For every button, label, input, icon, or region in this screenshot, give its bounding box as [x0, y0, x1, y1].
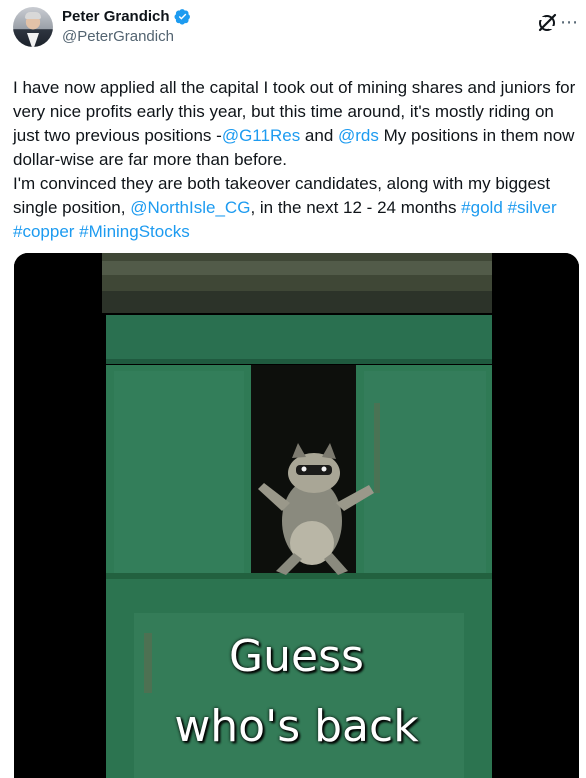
avatar[interactable]: [13, 7, 53, 47]
hashtag-link[interactable]: #MiningStocks: [79, 222, 190, 241]
hashtag-link[interactable]: #gold: [461, 198, 503, 217]
avatar-shirt: [27, 33, 39, 47]
display-name[interactable]: Peter Grandich: [62, 8, 170, 25]
handle[interactable]: @PeterGrandich: [62, 28, 174, 45]
tweet-text-part: and: [300, 126, 338, 145]
mention-link[interactable]: @rds: [338, 126, 379, 145]
tweet-text: I have now applied all the capital I too…: [13, 76, 578, 244]
tweet-text-part: , in the next 12 - 24 months: [250, 198, 462, 217]
name-row: Peter Grandich: [62, 8, 191, 25]
grok-icon[interactable]: [535, 11, 559, 35]
hashtag-link[interactable]: #copper: [13, 222, 74, 241]
verified-badge-icon: [174, 9, 190, 25]
tweet-header: Peter Grandich @PeterGrandich ⋯: [13, 5, 578, 49]
mention-link[interactable]: @G11Res: [222, 126, 300, 145]
hashtag-link[interactable]: #silver: [508, 198, 557, 217]
gif-frame: [14, 253, 579, 778]
media-gif[interactable]: Guess who's back: [14, 253, 579, 778]
gif-caption-line1: Guess: [229, 631, 364, 682]
avatar-hair: [25, 12, 41, 19]
mention-link[interactable]: @NorthIsle_CG: [130, 198, 250, 217]
gif-caption-line2: who's back: [174, 701, 419, 752]
more-options-button[interactable]: ⋯: [559, 12, 579, 32]
